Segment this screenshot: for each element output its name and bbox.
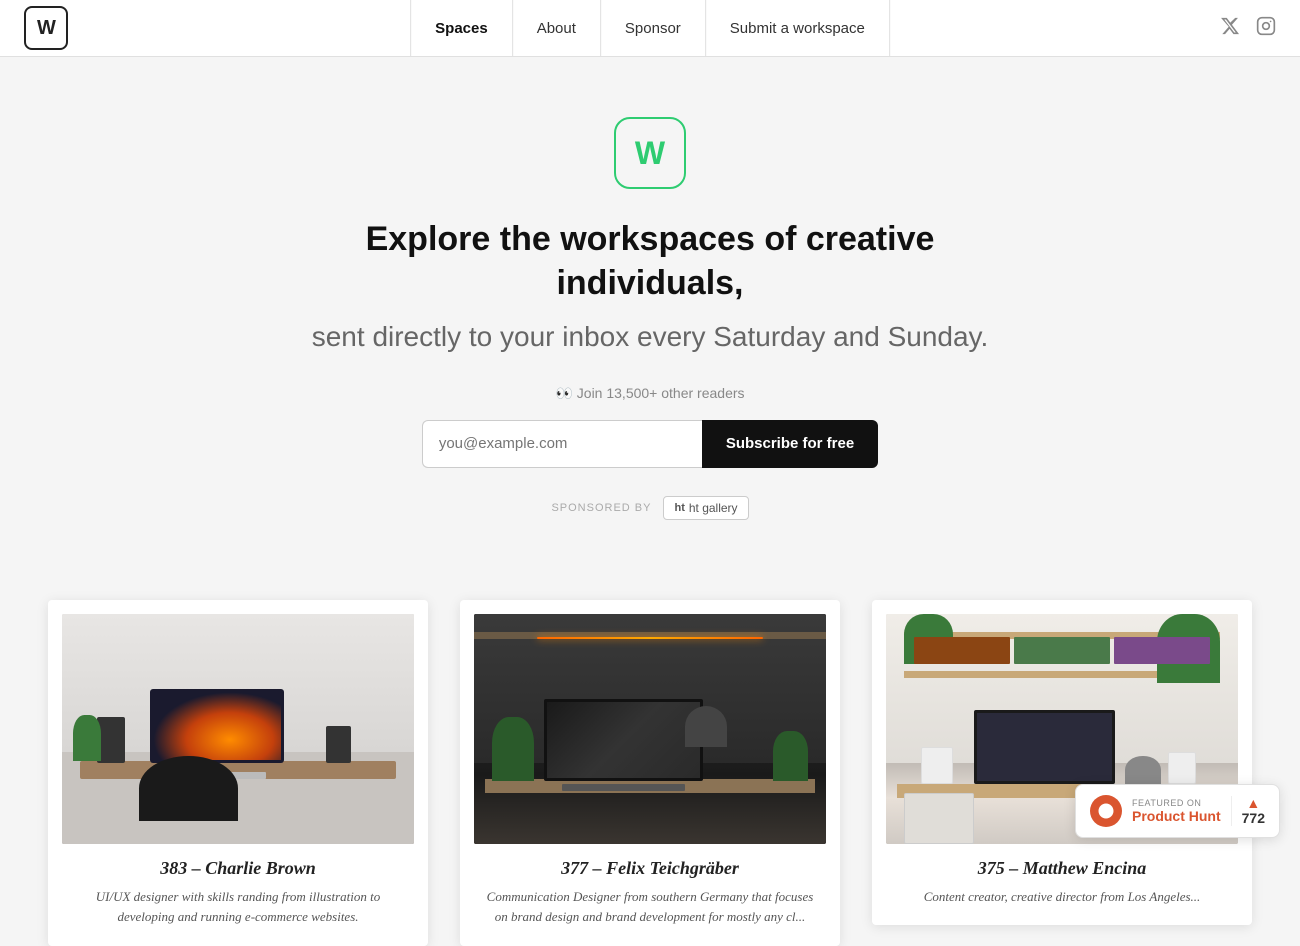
email-input[interactable]: [422, 420, 702, 468]
sponsored-row: SPONSORED BY ht ht gallery: [20, 496, 1280, 520]
workspace-card-2[interactable]: 377 – Felix Teichgräber Communication De…: [460, 600, 840, 946]
hero-readers-count: 👀 Join 13,500+ other readers: [20, 385, 1280, 402]
subscribe-button-label: Subscribe for free: [726, 435, 854, 452]
card-title-1: 383 – Charlie Brown: [68, 858, 408, 879]
header-logo[interactable]: W: [24, 6, 68, 50]
ph-vote-count: 772: [1242, 810, 1265, 826]
sponsor-name: ht gallery: [689, 501, 738, 515]
card-desc-1: UI/UX designer with skills randing from …: [68, 887, 408, 929]
ph-featured-label: FEATURED ON: [1132, 798, 1221, 808]
nav-about[interactable]: About: [512, 0, 600, 57]
workspace-card-1[interactable]: 383 – Charlie Brown UI/UX designer with …: [48, 600, 428, 946]
card-title-3: 375 – Matthew Encina: [892, 858, 1232, 879]
hero-logo-letter: W: [635, 135, 665, 172]
subscribe-form: Subscribe for free: [20, 420, 1280, 468]
twitter-icon[interactable]: [1220, 16, 1240, 41]
nav-sponsor-label: Sponsor: [625, 20, 681, 37]
hero-logo: W: [614, 117, 686, 189]
product-hunt-text: FEATURED ON Product Hunt: [1132, 798, 1221, 824]
social-links: [1220, 16, 1276, 41]
workspace-image-2: [474, 614, 826, 844]
hero-section: W Explore the workspaces of creative ind…: [0, 57, 1300, 560]
hero-subtitle: sent directly to your inbox every Saturd…: [310, 317, 990, 356]
header-logo-letter: W: [37, 17, 55, 40]
product-hunt-badge[interactable]: FEATURED ON Product Hunt ▲ 772: [1075, 784, 1280, 838]
subscribe-button[interactable]: Subscribe for free: [702, 420, 878, 468]
workspace-cards: 383 – Charlie Brown UI/UX designer with …: [0, 560, 1300, 946]
nav-spaces[interactable]: Spaces: [410, 0, 512, 57]
card-desc-2: Communication Designer from southern Ger…: [480, 887, 820, 929]
sponsored-label: SPONSORED BY: [551, 502, 651, 514]
sponsor-logo-ht: ht: [674, 502, 684, 514]
nav-sponsor[interactable]: Sponsor: [600, 0, 705, 57]
workspace-card-3[interactable]: 375 – Matthew Encina Content creator, cr…: [872, 600, 1252, 926]
sponsor-badge[interactable]: ht ht gallery: [663, 496, 748, 520]
nav-submit-label: Submit a workspace: [730, 20, 865, 37]
ph-product-label: Product Hunt: [1132, 808, 1221, 824]
product-hunt-vote: ▲ 772: [1231, 796, 1265, 826]
main-nav: Spaces About Sponsor Submit a workspace: [410, 0, 890, 57]
nav-submit[interactable]: Submit a workspace: [705, 0, 890, 57]
card-content-3: 375 – Matthew Encina Content creator, cr…: [886, 844, 1238, 908]
card-title-2: 377 – Felix Teichgräber: [480, 858, 820, 879]
header: W Spaces About Sponsor Submit a workspac…: [0, 0, 1300, 57]
ph-upvote-arrow: ▲: [1246, 796, 1260, 810]
workspace-image-1: [62, 614, 414, 844]
hero-title: Explore the workspaces of creative indiv…: [310, 217, 990, 305]
card-desc-3: Content creator, creative director from …: [892, 887, 1232, 908]
nav-about-label: About: [537, 20, 576, 37]
card-content-2: 377 – Felix Teichgräber Communication De…: [474, 844, 826, 929]
product-hunt-logo: [1090, 795, 1122, 827]
nav-spaces-label: Spaces: [435, 20, 488, 37]
instagram-icon[interactable]: [1256, 16, 1276, 41]
card-content-1: 383 – Charlie Brown UI/UX designer with …: [62, 844, 414, 929]
